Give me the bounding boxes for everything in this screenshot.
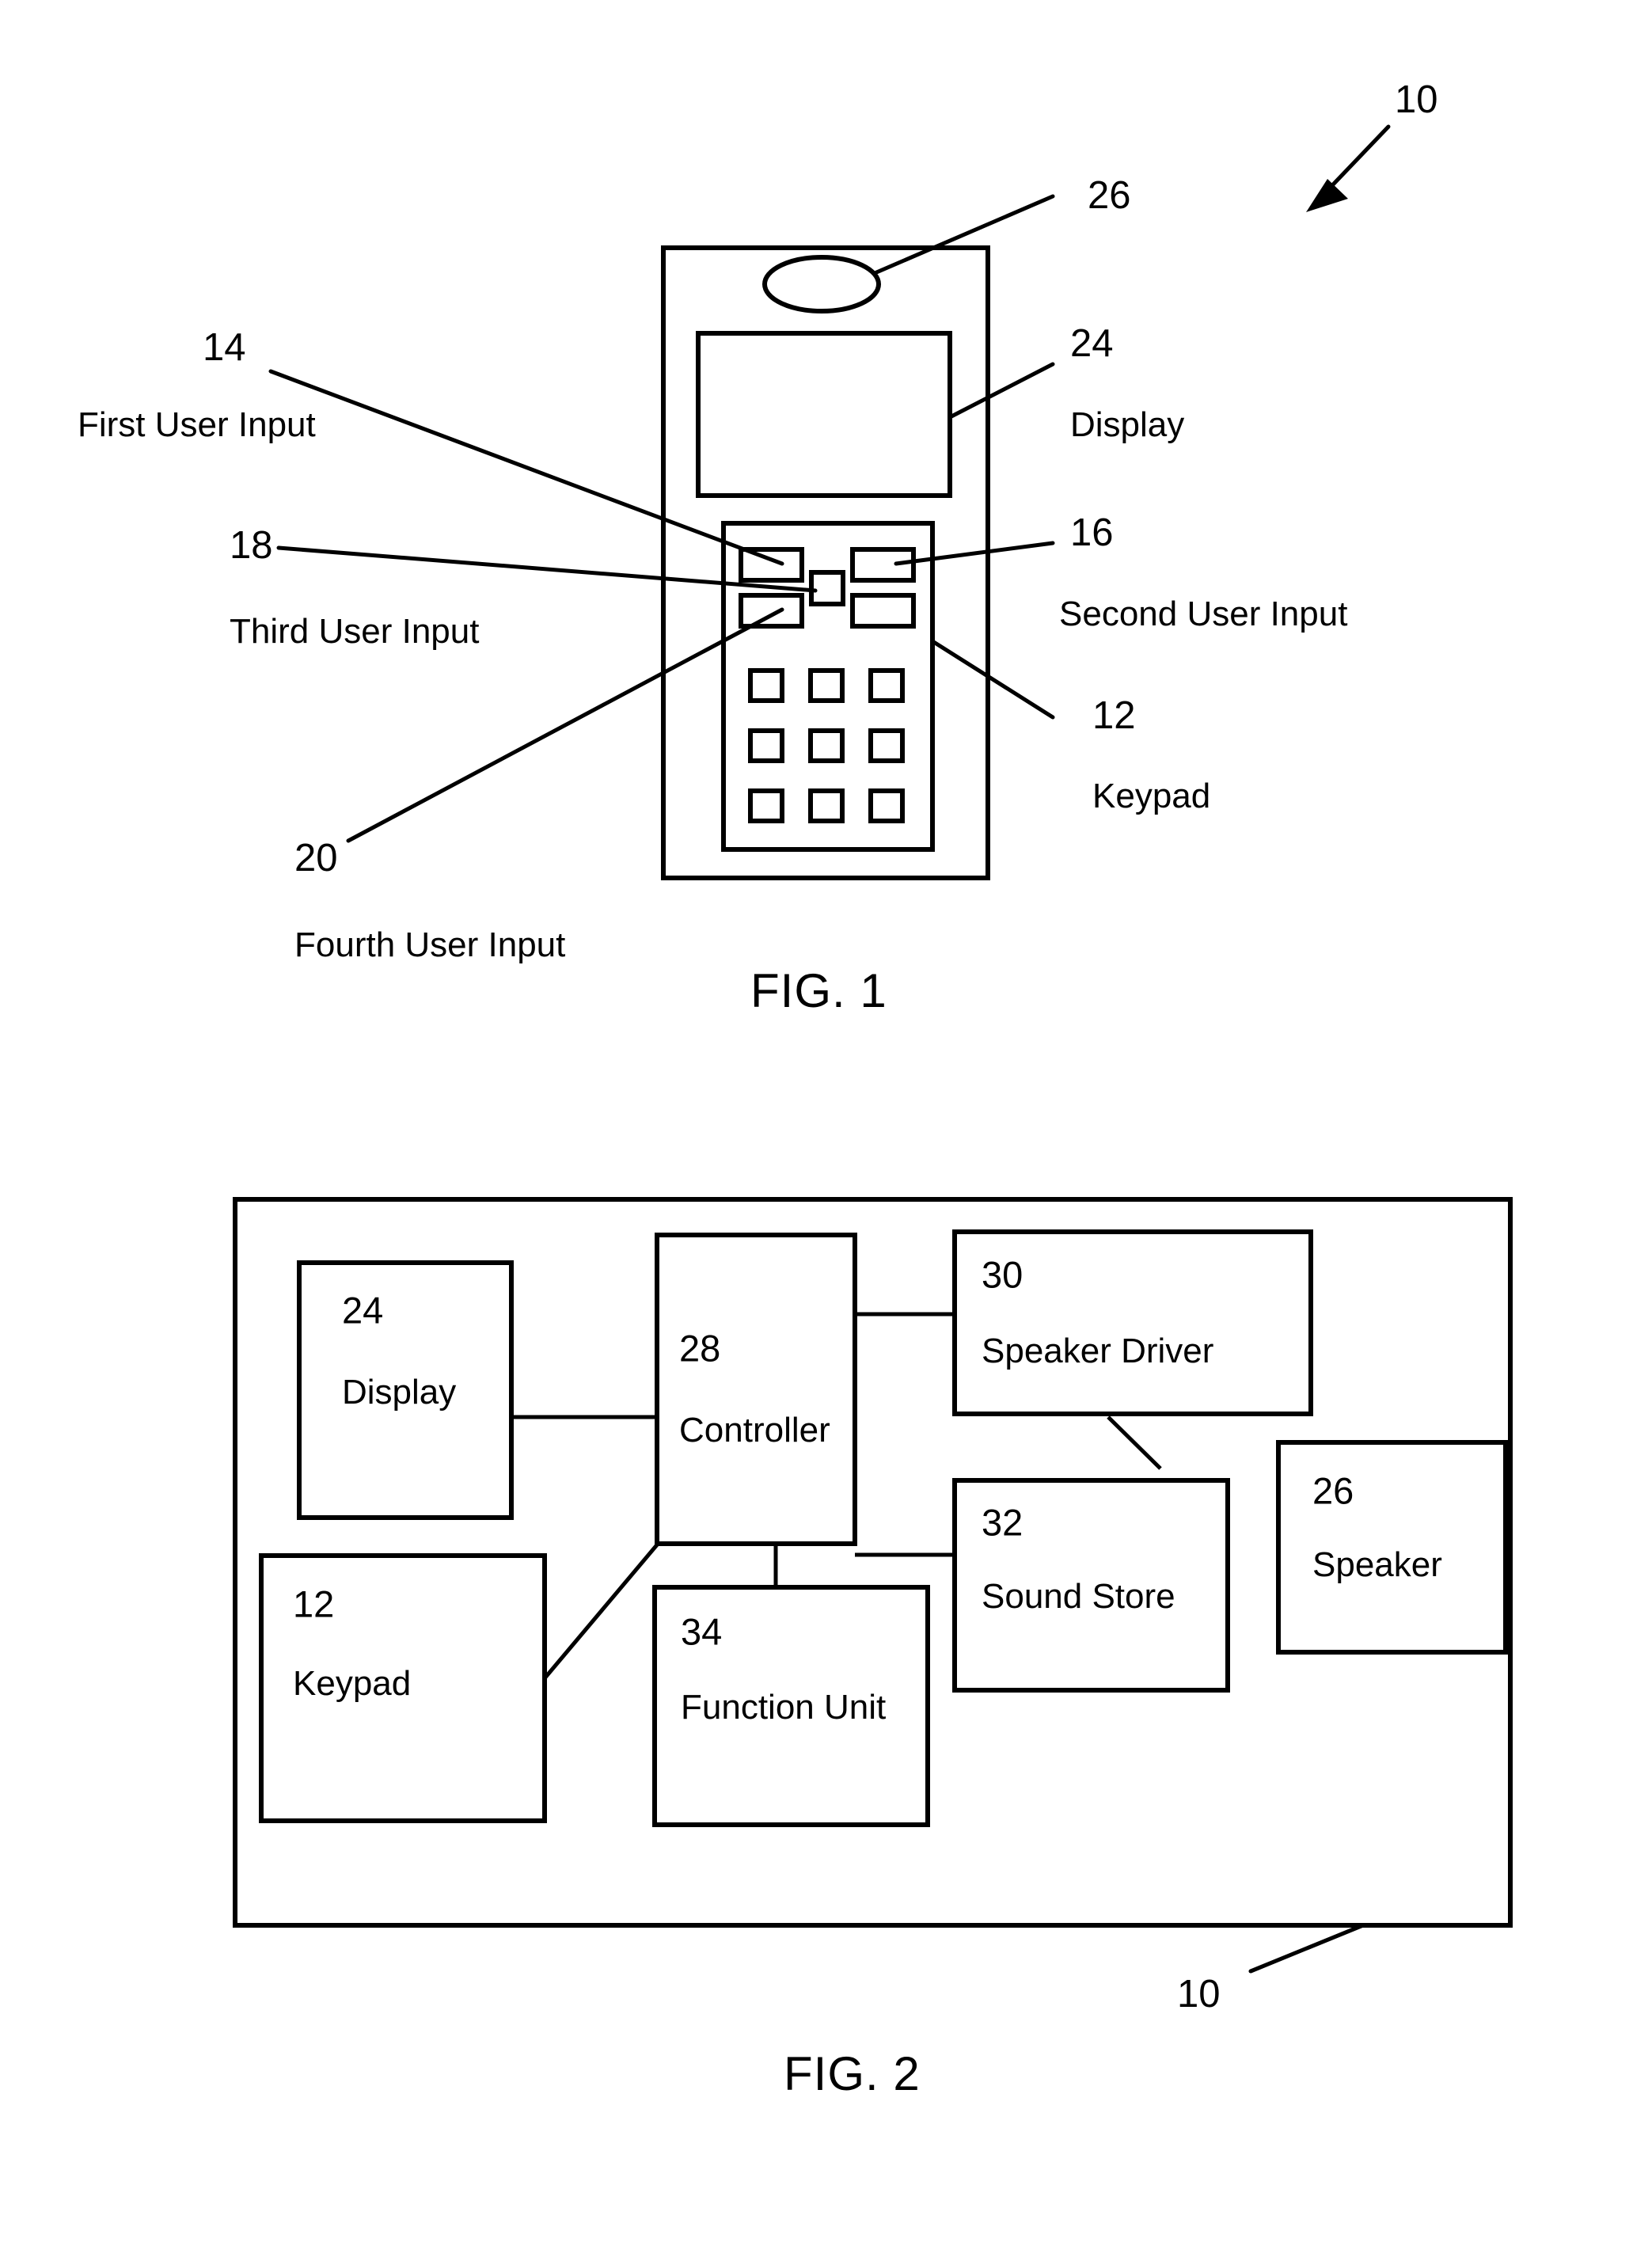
fig2-block-function-unit: 34 Function Unit — [652, 1585, 930, 1827]
figure-1-group: 10 26 24 Display 14 First User Input 18 … — [78, 78, 1438, 1017]
second-user-input-key[interactable] — [850, 547, 916, 583]
speaker-26-leader — [872, 194, 1055, 275]
fig1-caption: FIG. 1 — [750, 964, 887, 1017]
fig2-caption: FIG. 2 — [784, 2047, 921, 2100]
keypad-12-leader — [930, 639, 1055, 720]
first-user-input-key[interactable] — [739, 547, 804, 583]
figure-2-group: 10 24 Display 12 Keypad 28 Controller 30… — [233, 1197, 1513, 2100]
keypad-key[interactable] — [808, 788, 845, 823]
fig1-fourth-input-label: Fourth User Input — [294, 925, 565, 964]
fig2-overall-ref: 10 — [1177, 1973, 1221, 2016]
connector-speakerdriver-speaker — [1107, 1415, 1162, 1470]
fig1-speaker-ref: 26 — [1088, 174, 1131, 217]
fig2-speaker-driver-ref: 30 — [982, 1253, 1023, 1295]
keypad-key[interactable] — [748, 668, 784, 703]
fig2-block-controller: 28 Controller — [655, 1233, 857, 1546]
fig1-display-ref: 24 — [1070, 322, 1114, 365]
fig2-keypad-ref: 12 — [293, 1583, 334, 1624]
fig1-overall-ref-callout: 10 — [1306, 78, 1438, 212]
keypad-key[interactable] — [748, 788, 784, 823]
fig2-block-sound-store: 32 Sound Store — [952, 1478, 1230, 1693]
fig1-third-input-ref: 18 — [230, 524, 273, 567]
third-user-input-key[interactable] — [739, 593, 804, 629]
fig2-block-speaker-driver: 30 Speaker Driver — [952, 1229, 1313, 1416]
first-user-input-leader — [268, 369, 784, 566]
fig2-sound-store-label: Sound Store — [982, 1577, 1175, 1616]
fig2-block-speaker: 26 Speaker — [1276, 1440, 1508, 1655]
earpiece-speaker-ellipse — [762, 255, 881, 313]
phone-body-outline — [661, 245, 990, 880]
fig1-second-input-label: Second User Input — [1059, 595, 1347, 633]
fig2-speaker-ref: 26 — [1312, 1469, 1354, 1511]
fig1-fourth-input-ref: 20 — [294, 837, 338, 880]
fig1-first-input-label: First User Input — [78, 405, 316, 444]
fig2-block-display: 24 Display — [297, 1260, 514, 1520]
phone-display-screen — [696, 331, 952, 498]
display-24-leader — [948, 362, 1055, 420]
second-user-input-leader — [894, 541, 1055, 566]
fig1-keypad-ref: 12 — [1092, 694, 1136, 737]
fig2-controller-box — [655, 1233, 857, 1546]
fig1-second-input-ref: 16 — [1070, 511, 1114, 554]
patent-drawing-sheet: 10 26 24 Display 14 First User Input 18 … — [0, 0, 1652, 2257]
fig2-display-label: Display — [342, 1373, 456, 1412]
fig2-controller-ref: 28 — [679, 1327, 720, 1369]
keypad-key[interactable] — [808, 728, 845, 763]
fig1-display-label: Display — [1070, 405, 1184, 444]
fourth-user-input-key[interactable] — [850, 593, 916, 629]
fig2-sound-store-ref: 32 — [982, 1501, 1023, 1543]
fig2-display-ref: 24 — [342, 1289, 383, 1331]
keypad-key[interactable] — [748, 728, 784, 763]
fig1-keypad-label: Keypad — [1092, 777, 1210, 815]
keypad-key[interactable] — [868, 668, 905, 703]
fig2-block-keypad: 12 Keypad — [259, 1553, 547, 1823]
fig2-function-unit-ref: 34 — [681, 1610, 722, 1652]
keypad-key[interactable] — [868, 728, 905, 763]
fig2-function-unit-label: Function Unit — [681, 1688, 886, 1727]
connector-keypad-controller — [543, 1541, 660, 1680]
fig2-speaker-label: Speaker — [1312, 1545, 1442, 1584]
keypad-key[interactable] — [868, 788, 905, 823]
fig1-third-input-label: Third User Input — [230, 612, 479, 651]
fig1-first-input-ref: 14 — [203, 326, 246, 369]
fig1-overall-arrowhead — [1306, 179, 1348, 212]
fig2-speaker-driver-label: Speaker Driver — [982, 1332, 1213, 1370]
fig1-overall-ref: 10 — [1395, 78, 1438, 121]
third-user-input-leader — [276, 545, 818, 593]
fig2-controller-label: Controller — [679, 1411, 830, 1450]
keypad-key[interactable] — [808, 668, 845, 703]
drawing-canvas: 10 26 24 Display 14 First User Input 18 … — [78, 78, 1513, 2100]
center-select-key[interactable] — [809, 570, 845, 606]
fig2-overall-leader — [1248, 1923, 1365, 1974]
fig2-keypad-label: Keypad — [293, 1664, 411, 1703]
